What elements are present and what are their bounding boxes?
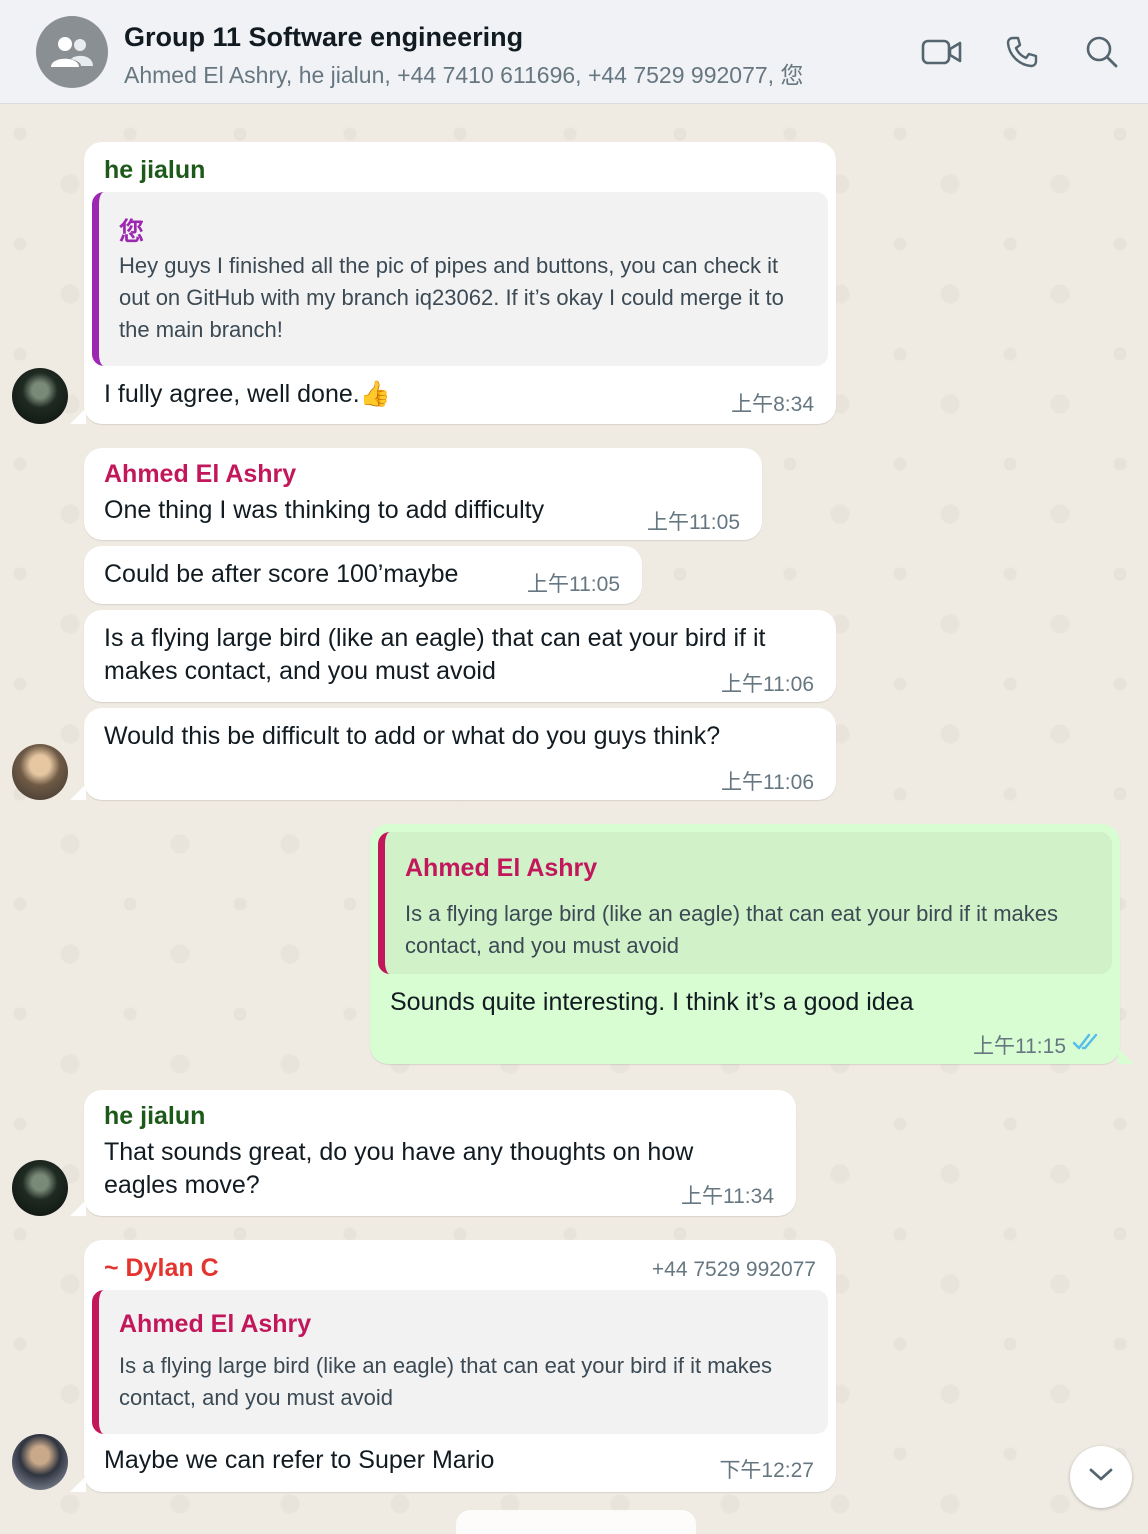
message-bubble[interactable]: he jialun 您 Hey guys I finished all the … <box>70 142 836 424</box>
message-time: 上午11:05 <box>647 511 740 534</box>
avatar-he-jialun[interactable] <box>12 1160 68 1216</box>
message-bubble[interactable]: Ahmed El Ashry One thing I was thinking … <box>84 448 762 540</box>
message-bubble[interactable]: Is a flying large bird (like an eagle) t… <box>84 610 836 702</box>
message-bubble[interactable]: Would this be difficult to add or what d… <box>70 708 836 800</box>
bubble-tail <box>70 1200 86 1216</box>
sender-phone[interactable]: +44 7529 992077 <box>652 1258 816 1282</box>
quote-text: Hey guys I finished all the pic of pipes… <box>119 253 784 342</box>
sender-name: he jialun <box>104 156 206 184</box>
bubble-tail <box>70 784 86 800</box>
quote-text: Is a flying large bird (like an eagle) t… <box>119 1353 772 1410</box>
message-text: Is a flying large bird (like an eagle) t… <box>104 624 766 685</box>
message-bubble[interactable]: Could be after score 100’maybe 上午11:05 <box>84 546 642 604</box>
group-avatar-icon[interactable] <box>36 16 108 88</box>
chat-area[interactable]: he jialun 您 Hey guys I finished all the … <box>0 104 1148 1534</box>
quote-sender: Ahmed El Ashry <box>405 854 598 882</box>
quoted-message[interactable]: Ahmed El Ashry Is a flying large bird (l… <box>378 832 1112 974</box>
chevron-down-icon <box>1088 1467 1114 1488</box>
quoted-message[interactable]: 您 Hey guys I finished all the pic of pip… <box>92 192 828 366</box>
avatar-dylan-c[interactable] <box>12 1434 68 1490</box>
sender-name[interactable]: ~ Dylan C <box>104 1254 219 1283</box>
scroll-to-bottom-button[interactable] <box>1070 1446 1132 1508</box>
read-double-check-icon <box>1072 1032 1102 1057</box>
message-time: 上午11:06 <box>721 673 814 696</box>
message-text: Could be after score 100’maybe <box>104 560 459 588</box>
video-call-icon[interactable] <box>920 32 964 72</box>
message-time: 上午11:34 <box>681 1185 774 1208</box>
quote-sender: 您 <box>119 218 145 246</box>
sender-name: he jialun <box>104 1102 206 1130</box>
search-icon[interactable] <box>1080 32 1124 72</box>
message-text: That sounds great, do you have any thoug… <box>104 1138 694 1199</box>
sender-name: Ahmed El Ashry <box>104 460 297 488</box>
bubble-tail <box>70 1476 86 1492</box>
quote-text: Is a flying large bird (like an eagle) t… <box>405 901 1058 958</box>
message-text: One thing I was thinking to add difficul… <box>104 496 545 524</box>
message-time: 下午12:27 <box>719 1459 814 1482</box>
quote-sender: Ahmed El Ashry <box>119 1310 312 1338</box>
chat-members[interactable]: Ahmed El Ashry, he jialun, +44 7410 6116… <box>124 56 803 90</box>
message-text: I fully agree, well done.👍 <box>104 380 391 408</box>
message-bubble[interactable]: ~ Dylan C +44 7529 992077 Ahmed El Ashry… <box>70 1240 836 1492</box>
avatar-he-jialun[interactable] <box>12 368 68 424</box>
chat-title[interactable]: Group 11 Software engineering <box>124 22 523 53</box>
message-bubble[interactable]: he jialun That sounds great, do you have… <box>70 1090 796 1216</box>
partial-message-bubble <box>456 1510 696 1534</box>
avatar-ahmed-el-ashry[interactable] <box>12 744 68 800</box>
chat-header: Group 11 Software engineering Ahmed El A… <box>0 0 1148 104</box>
quoted-message[interactable]: Ahmed El Ashry Is a flying large bird (l… <box>92 1290 828 1434</box>
message-time: 上午11:15 <box>973 1035 1066 1058</box>
voice-call-icon[interactable] <box>1000 32 1044 72</box>
message-time: 上午8:34 <box>731 393 814 416</box>
message-text: Sounds quite interesting. I think it’s a… <box>390 988 914 1016</box>
message-time: 上午11:05 <box>527 573 620 596</box>
message-time: 上午11:06 <box>721 771 814 794</box>
bubble-tail <box>1118 1048 1134 1064</box>
message-text: Would this be difficult to add or what d… <box>104 722 721 750</box>
message-text: Maybe we can refer to Super Mario <box>104 1446 495 1474</box>
message-bubble-outgoing[interactable]: Ahmed El Ashry Is a flying large bird (l… <box>370 824 1134 1064</box>
bubble-tail <box>70 408 86 424</box>
